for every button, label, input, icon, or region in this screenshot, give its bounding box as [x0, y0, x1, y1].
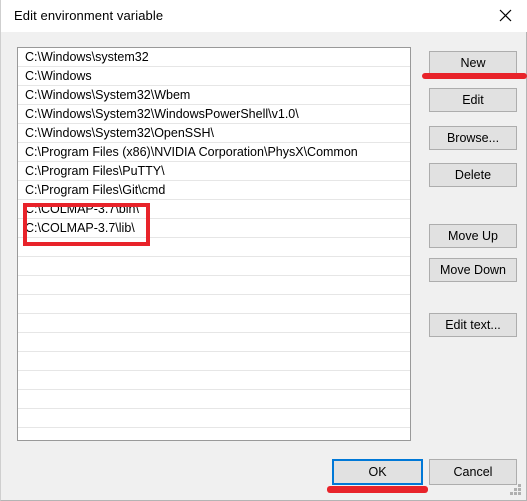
- edit-environment-variable-dialog: Edit environment variable C:\Windows\sys…: [0, 0, 527, 501]
- edit-button[interactable]: Edit: [429, 88, 517, 112]
- path-list-item[interactable]: C:\Program Files (x86)\NVIDIA Corporatio…: [18, 143, 410, 162]
- cancel-button[interactable]: Cancel: [429, 459, 517, 485]
- path-list-item[interactable]: C:\Windows\System32\OpenSSH\: [18, 124, 410, 143]
- path-list-item[interactable]: C:\COLMAP-3.7\lib\: [18, 219, 410, 238]
- move-down-button[interactable]: Move Down: [429, 258, 517, 282]
- title-bar: Edit environment variable: [1, 0, 527, 32]
- annotation-underline-new: [422, 73, 527, 79]
- path-list-empty-row[interactable]: [18, 333, 410, 352]
- path-list-empty-row[interactable]: [18, 390, 410, 409]
- new-button[interactable]: New: [429, 51, 517, 75]
- path-list-empty-row[interactable]: [18, 314, 410, 333]
- path-list-empty-row[interactable]: [18, 352, 410, 371]
- path-list-item[interactable]: C:\Windows: [18, 67, 410, 86]
- path-list-empty-row[interactable]: [18, 409, 410, 428]
- move-up-button[interactable]: Move Up: [429, 224, 517, 248]
- path-list-item[interactable]: C:\Windows\System32\Wbem: [18, 86, 410, 105]
- delete-button[interactable]: Delete: [429, 163, 517, 187]
- dialog-title: Edit environment variable: [14, 8, 164, 23]
- path-list-box[interactable]: C:\Windows\system32 C:\Windows C:\Windows\…: [17, 47, 411, 441]
- path-list-item[interactable]: C:\COLMAP-3.7\bin\: [18, 200, 410, 219]
- path-list-empty-row[interactable]: [18, 257, 410, 276]
- close-icon[interactable]: [482, 0, 527, 31]
- path-list-empty-row[interactable]: [18, 371, 410, 390]
- ok-button[interactable]: OK: [332, 459, 423, 485]
- path-list-empty-row[interactable]: [18, 276, 410, 295]
- edit-text-button[interactable]: Edit text...: [429, 313, 517, 337]
- path-list-item[interactable]: C:\Program Files\Git\cmd: [18, 181, 410, 200]
- annotation-underline-ok: [327, 486, 428, 493]
- path-list-empty-row[interactable]: [18, 238, 410, 257]
- path-list-empty-row[interactable]: [18, 428, 410, 440]
- path-list-item[interactable]: C:\Program Files\PuTTY\: [18, 162, 410, 181]
- path-list-empty-row[interactable]: [18, 295, 410, 314]
- path-list-item[interactable]: C:\Windows\system32: [18, 48, 410, 67]
- path-list-item[interactable]: C:\Windows\System32\WindowsPowerShell\v1…: [18, 105, 410, 124]
- browse-button[interactable]: Browse...: [429, 126, 517, 150]
- resize-grip[interactable]: [510, 484, 522, 496]
